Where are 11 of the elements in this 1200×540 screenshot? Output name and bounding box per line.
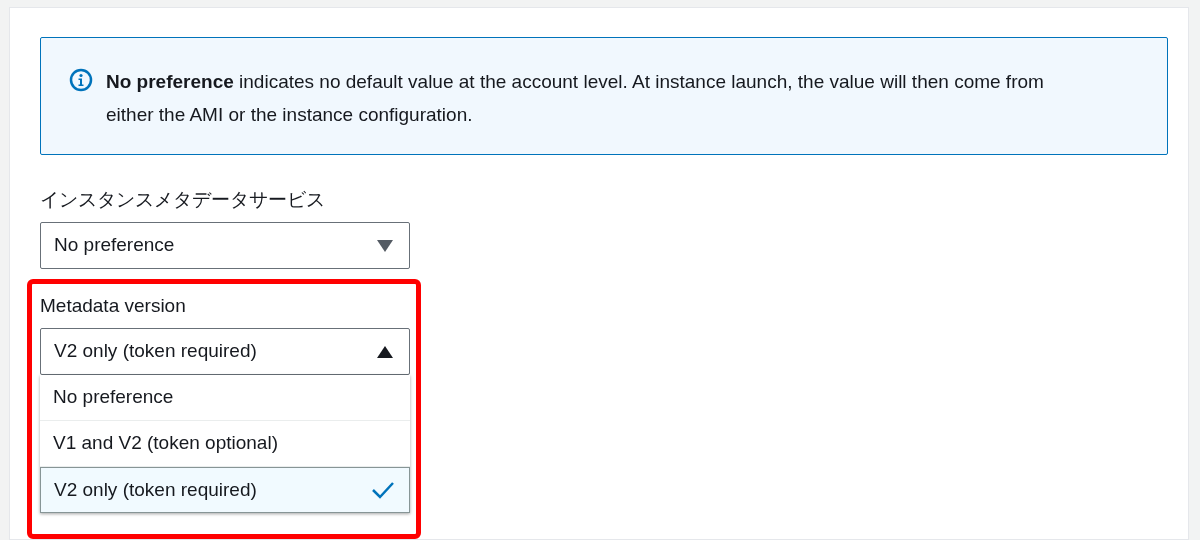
info-message: No preference indicates no default value at the account level. At instance launch, the value will then come from either the AMI or the instance configuration. bbox=[106, 70, 1045, 127]
field-label: インスタンスメタデータサービス bbox=[40, 188, 326, 212]
caret-down-icon bbox=[377, 239, 393, 252]
select-dropdown[interactable]: No preference bbox=[40, 222, 410, 269]
dropdown-option[interactable]: V2 only (token required) bbox=[40, 467, 410, 513]
field-label: Metadata version bbox=[40, 294, 187, 318]
info-icon bbox=[69, 68, 93, 92]
select-dropdown[interactable]: V2 only (token required) bbox=[40, 328, 410, 375]
checkmark-icon bbox=[371, 481, 395, 499]
dropdown-option[interactable]: No preference bbox=[40, 375, 410, 421]
caret-up-icon bbox=[377, 345, 393, 358]
